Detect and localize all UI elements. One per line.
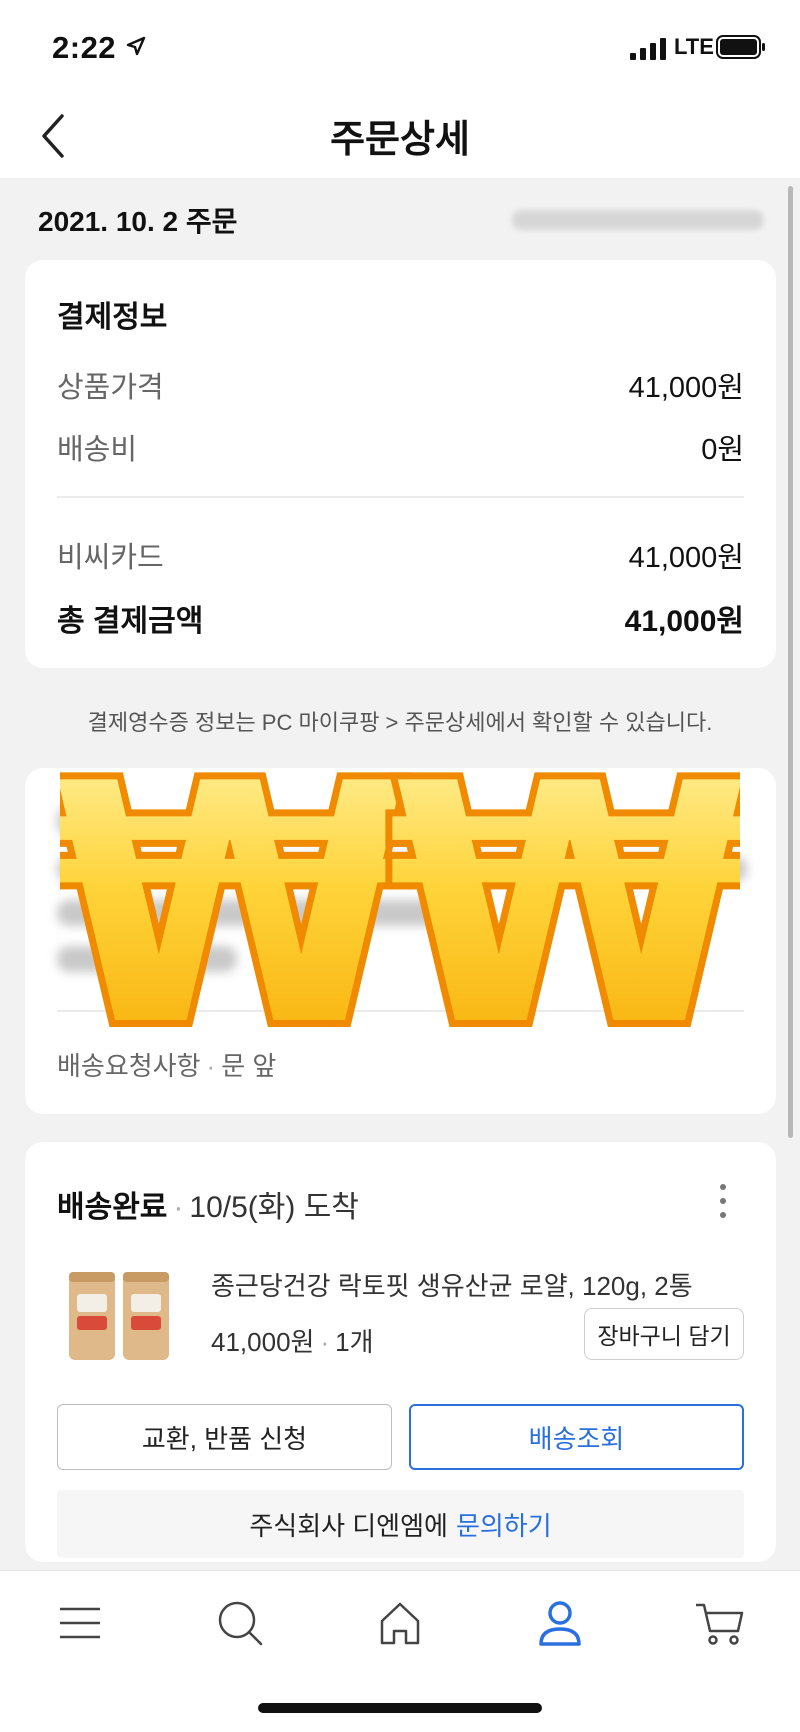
order-date: 2021. 10. 2 주문 — [38, 206, 238, 237]
delivery-status: 배송완료 · 10/5(화) 도착 — [57, 1191, 359, 1224]
home-indicator — [258, 1703, 542, 1713]
product-price: 41,000원 — [211, 1327, 315, 1357]
card-label: 비씨카드 — [57, 542, 164, 574]
home-icon[interactable] — [370, 1593, 430, 1653]
navigation-bar: 주문상세 — [0, 90, 800, 178]
payment-info-title: 결제정보 — [57, 301, 168, 334]
my-coupang-icon[interactable] — [530, 1593, 590, 1653]
product-price-label: 상품가격 — [57, 372, 164, 404]
cart-icon[interactable] — [690, 1593, 750, 1653]
track-delivery-button[interactable]: 배송조회 — [409, 1404, 744, 1470]
shipping-fee-value: 0원 — [701, 434, 744, 466]
address-line-redacted — [57, 856, 747, 882]
status-bar: 2:22 LTE — [0, 0, 800, 90]
delivery-status-label: 배송완료 — [57, 1191, 168, 1224]
delivery-request: 배송요청사항 · 문 앞 — [57, 1051, 277, 1081]
recipient-name-redacted — [57, 806, 127, 836]
shipping-fee-label: 배송비 — [57, 434, 138, 466]
exchange-return-button[interactable]: 교환, 반품 신청 — [57, 1404, 392, 1470]
delivery-card: 배송완료 · 10/5(화) 도착 종근당건강 락토핏 생유산균 로얄, 120g,… — [25, 1142, 776, 1562]
payment-divider — [57, 496, 744, 498]
product-name[interactable]: 종근당건강 락토핏 생유산균 로얄, 120g, 2통 — [211, 1266, 693, 1303]
network-label: LTE — [674, 34, 714, 59]
phone-redacted — [57, 946, 237, 972]
product-image[interactable] — [65, 1264, 175, 1368]
arrival-date: 10/5(화) 도착 — [189, 1191, 359, 1224]
shipping-address-card: 배송요청사항 · 문 앞 — [25, 768, 776, 1114]
product-quantity: 1개 — [335, 1327, 374, 1357]
product-price-quantity: 41,000원 · 1개 — [211, 1327, 374, 1357]
location-arrow-icon — [126, 36, 146, 56]
receipt-note: 결제영수증 정보는 PC 마이쿠팡 > 주문상세에서 확인할 수 있습니다. — [87, 710, 713, 735]
total-payment-label: 총 결제금액 — [57, 605, 204, 638]
status-time: 2:22 — [52, 30, 117, 65]
page-title: 주문상세 — [330, 119, 470, 161]
battery-icon — [716, 35, 765, 59]
order-number-redacted — [512, 210, 764, 230]
signal-icon — [630, 38, 666, 60]
search-icon[interactable] — [210, 1593, 270, 1653]
menu-icon[interactable] — [50, 1593, 110, 1653]
card-value: 41,000원 — [628, 542, 744, 574]
seller-name: 주식회사 디엔엠에 — [249, 1510, 448, 1541]
scrollbar[interactable] — [788, 186, 793, 1138]
payment-info-card: 결제정보 상품가격 41,000원 배송비 0원 비씨카드 41,000원 총 … — [25, 260, 776, 668]
address-detail-redacted — [57, 900, 477, 926]
delivery-request-value: 문 앞 — [221, 1051, 277, 1081]
more-vertical-icon[interactable] — [718, 1182, 728, 1220]
total-payment-value: 41,000원 — [624, 605, 744, 638]
add-to-cart-button[interactable]: 장바구니 담기 — [584, 1308, 744, 1360]
delivery-request-label: 배송요청사항 — [57, 1051, 201, 1081]
inquiry-link[interactable]: 문의하기 — [456, 1506, 552, 1543]
address-divider — [57, 1010, 744, 1012]
product-price-value: 41,000원 — [628, 372, 744, 404]
seller-inquiry: 주식회사 디엔엠에 문의하기 — [57, 1490, 744, 1558]
